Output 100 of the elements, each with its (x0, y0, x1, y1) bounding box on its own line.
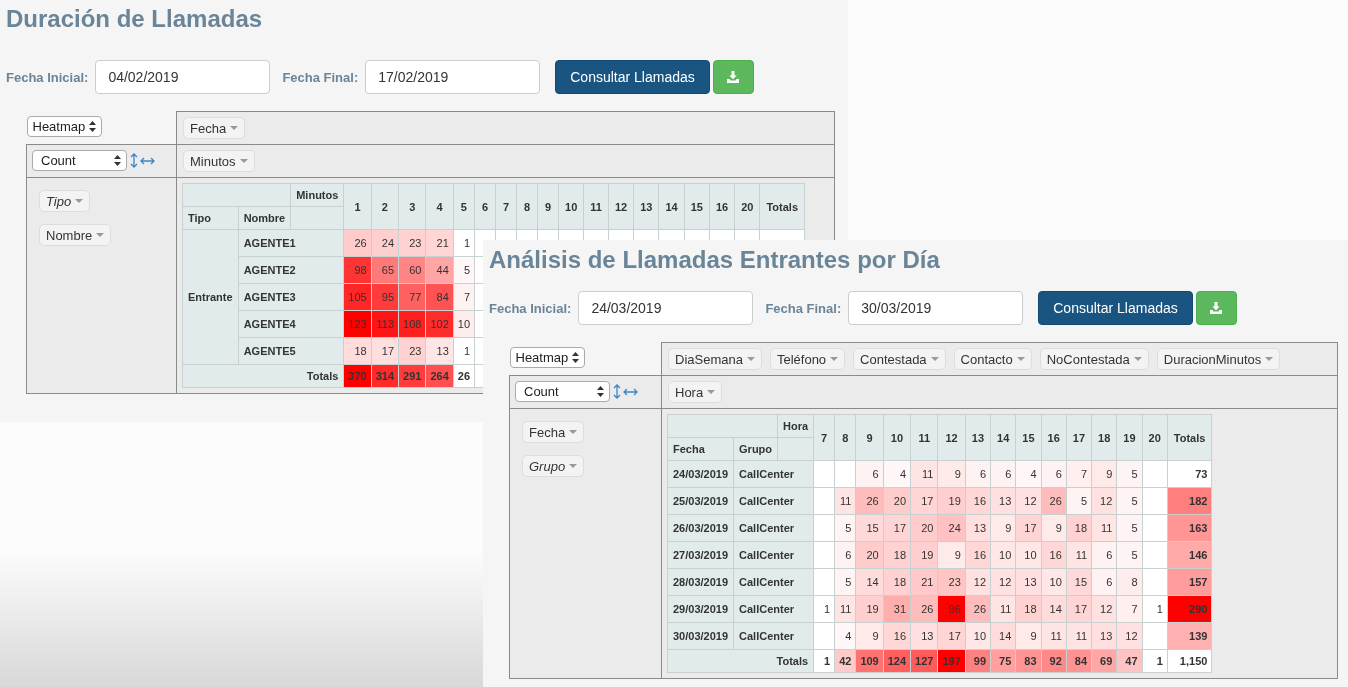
totals-header: Totals (759, 183, 805, 230)
row-label: CallCenter (733, 541, 814, 569)
row-label: AGENTE4 (238, 310, 344, 338)
column-header: 14 (658, 183, 685, 230)
row-group-label: 26/03/2019 (667, 514, 734, 542)
vertical-arrow-icon[interactable] (130, 153, 138, 168)
column-header: 16 (709, 183, 735, 230)
updown-icon (89, 120, 97, 132)
row-group-label: 30/03/2019 (667, 622, 734, 650)
field-chip[interactable]: Minutos (183, 150, 255, 172)
row-label: CallCenter (733, 622, 814, 650)
caret-icon (1133, 357, 1142, 361)
field-chip[interactable]: Contestada (853, 348, 946, 370)
caret-icon (707, 390, 716, 394)
horizontal-arrow-icon[interactable] (623, 387, 638, 396)
field-chip[interactable]: Contacto (953, 348, 1032, 370)
horizontal-arrow-icon[interactable] (140, 156, 155, 165)
row-label: AGENTE3 (238, 283, 344, 311)
field-label: Fecha Inicial: (489, 300, 572, 316)
row-axis-label: Tipo (182, 206, 239, 230)
date-field[interactable]: 17/02/2019 (365, 60, 541, 94)
field-chip[interactable]: Teléfono (769, 348, 846, 370)
column-header: 8 (834, 414, 856, 461)
column-header: 12 (937, 414, 966, 461)
field-chip[interactable]: Hora (668, 381, 723, 403)
caret-icon (239, 159, 248, 163)
row-group-label: 27/03/2019 (667, 541, 734, 569)
column-header: 20 (1142, 414, 1168, 461)
field-chip[interactable]: Fecha (183, 117, 246, 139)
column-header: 20 (734, 183, 760, 230)
field-chip[interactable]: DiaSemana (668, 348, 762, 370)
row-label: CallCenter (733, 595, 814, 623)
download-icon (1210, 302, 1223, 314)
column-header: 16 (1041, 414, 1067, 461)
field-chip[interactable]: DuracionMinutos (1156, 348, 1281, 370)
row-axis-label: Fecha (667, 437, 734, 461)
caret-icon (830, 357, 839, 361)
column-header: 19 (1116, 414, 1143, 461)
row-label: CallCenter (733, 568, 814, 596)
field-chip[interactable]: Grupo (522, 455, 585, 477)
column-header: 7 (495, 183, 517, 230)
renderer-select[interactable]: Heatmap (26, 115, 103, 137)
column-header: 9 (855, 414, 884, 461)
field-chip[interactable]: NoContestada (1039, 348, 1149, 370)
field-chip[interactable]: Nombre (39, 224, 112, 246)
column-header: 15 (684, 183, 710, 230)
field-chip[interactable]: Tipo (39, 190, 91, 212)
caret-icon (1265, 357, 1274, 361)
field-label: Fecha Final: (282, 69, 359, 85)
row-group-label: 24/03/2019 (667, 460, 734, 488)
column-header: 18 (1091, 414, 1117, 461)
aggregator-select[interactable]: Count (32, 150, 127, 171)
caret-icon (230, 126, 239, 130)
row-group-label: Entrante (182, 229, 239, 365)
row-label: CallCenter (733, 514, 814, 542)
caret-icon (569, 430, 578, 434)
column-header: 9 (537, 183, 559, 230)
caret-icon (96, 233, 105, 237)
aggregator-select[interactable]: Count (515, 381, 610, 402)
row-group-label: 28/03/2019 (667, 568, 734, 596)
caret-icon (930, 357, 939, 361)
date-field[interactable]: 24/03/2019 (578, 291, 754, 325)
column-header: 4 (425, 183, 454, 230)
column-header: 7 (813, 414, 835, 461)
updown-icon (597, 386, 604, 397)
column-header: 13 (633, 183, 659, 230)
updown-icon (572, 351, 580, 363)
row-group-label: 25/03/2019 (667, 487, 734, 515)
column-header: 14 (990, 414, 1016, 461)
field-label: Fecha Inicial: (6, 69, 89, 85)
query-button[interactable]: Consultar Llamadas (1038, 291, 1193, 325)
column-axis-label: Minutos (290, 183, 344, 207)
column-header: 10 (883, 414, 911, 461)
download-button[interactable] (1195, 291, 1237, 325)
totals-label: Totals (667, 649, 814, 673)
renderer-select[interactable]: Heatmap (509, 346, 586, 368)
download-icon (727, 71, 740, 83)
page-title: Duración de Llamadas (6, 4, 264, 34)
column-header: 2 (371, 183, 399, 230)
column-header: 5 (453, 183, 475, 230)
row-group-label: 29/03/2019 (667, 595, 734, 623)
row-label: AGENTE1 (238, 229, 344, 257)
column-header: 10 (558, 183, 584, 230)
updown-icon (114, 155, 121, 166)
field-label: Fecha Final: (765, 300, 842, 316)
date-field[interactable]: 04/02/2019 (95, 60, 271, 94)
field-chip[interactable]: Fecha (522, 421, 585, 443)
caret-icon (746, 357, 755, 361)
download-button[interactable] (712, 60, 754, 94)
row-label: AGENTE5 (238, 337, 344, 365)
totals-header: Totals (1167, 414, 1212, 461)
query-button[interactable]: Consultar Llamadas (555, 60, 710, 94)
totals-label: Totals (182, 364, 344, 388)
column-header: 11 (583, 183, 609, 230)
date-field[interactable]: 30/03/2019 (848, 291, 1024, 325)
column-header: 13 (965, 414, 991, 461)
column-header: 12 (608, 183, 634, 230)
row-label: CallCenter (733, 460, 814, 488)
vertical-arrow-icon[interactable] (613, 384, 621, 399)
column-header: 1 (343, 183, 372, 230)
